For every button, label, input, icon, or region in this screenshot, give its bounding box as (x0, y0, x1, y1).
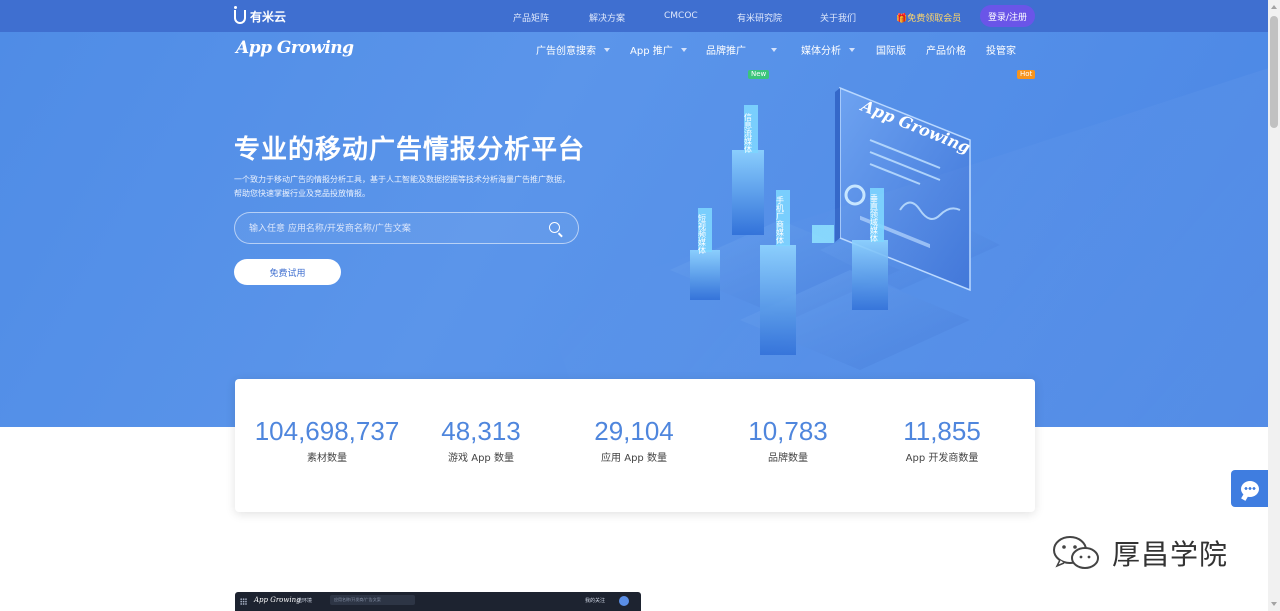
nav-pricing[interactable]: 产品价格 (926, 42, 966, 57)
chat-bubble-icon (1240, 480, 1259, 497)
hero-section: App Growing 信息流媒体 短视频媒体 手机厂商媒体 垂直领域媒体 (0, 32, 1268, 427)
scroll-up-arrow-icon[interactable] (1271, 5, 1277, 9)
nav-international[interactable]: 国际版 (876, 42, 906, 57)
isometric-illustration: App Growing 信息流媒体 短视频媒体 手机厂商媒体 垂直领域媒体 (670, 86, 1000, 370)
top-link-research[interactable]: 有米研究院 (737, 11, 782, 24)
stat-brands: 10,783 品牌数量 (703, 415, 873, 464)
hero-description: 一个致力于移动广告的情报分析工具，基于人工智能及数据挖掘等技术分析海量广告推广数… (234, 175, 570, 198)
chevron-down-icon (680, 47, 687, 52)
stat-label: 素材数量 (307, 453, 347, 464)
wechat-icon (1053, 536, 1099, 569)
hero-title: 专业的移动广告情报分析平台 (234, 135, 586, 165)
chevron-down-icon (604, 47, 610, 52)
watermark-text: 厚昌学院 (1112, 538, 1229, 571)
stat-value: 10,783 (748, 416, 828, 446)
pillar-label-3: 手机厂商媒体 (776, 195, 785, 245)
stat-label: 品牌数量 (768, 453, 808, 464)
stat-value: 29,104 (594, 416, 674, 446)
free-trial-button[interactable]: 免费试用 (234, 259, 341, 285)
stat-label: 游戏 App 数量 (448, 453, 514, 464)
stat-developers: 11,855 App 开发商数量 (857, 415, 1027, 464)
chat-widget-button[interactable] (1231, 470, 1268, 507)
chevron-down-icon (849, 47, 855, 52)
grid-menu-icon (240, 598, 247, 605)
top-bar: 有米云 产品矩阵 解决方案 CMCOC 有米研究院 关于我们 🎁免费领取会员 登… (0, 0, 1268, 32)
preview-brand: App Growing (254, 596, 301, 604)
youmi-logo-text: 有米云 (250, 10, 287, 24)
pillar-label-1: 信息流媒体 (744, 112, 753, 154)
pillar-label-4: 垂直领域媒体 (870, 193, 879, 243)
stats-card: 104,698,737 素材数量 48,313 游戏 App 数量 29,104… (235, 379, 1035, 512)
youmi-logo[interactable]: 有米云 (234, 5, 287, 25)
free-vip-link[interactable]: 🎁免费领取会员 (896, 11, 961, 24)
gift-icon: 🎁 (896, 14, 908, 24)
scroll-down-arrow-icon[interactable] (1271, 602, 1277, 606)
stat-value: 11,855 (903, 416, 981, 446)
stat-value: 104,698,737 (254, 416, 400, 446)
nav-media-analysis[interactable]: 媒体分析 (801, 42, 855, 57)
preview-region-select: 选环境 (297, 598, 313, 604)
youmi-logo-icon (234, 5, 246, 24)
chevron-down-icon (771, 47, 777, 52)
watermark: 厚昌学院 (1048, 533, 1228, 573)
preview-account: 我的关注 (585, 598, 606, 604)
top-link-cmcoc[interactable]: CMCOC (664, 11, 698, 21)
login-register-button[interactable]: 登录/注册 (980, 5, 1035, 27)
nav-brand-promotion[interactable]: 品牌推广 (706, 42, 777, 57)
pillar-label-2: 短视频媒体 (698, 213, 707, 255)
stat-value: 48,313 (441, 416, 521, 446)
hot-badge: Hot (1017, 70, 1036, 79)
top-link-solutions[interactable]: 解决方案 (589, 11, 625, 24)
hero-search-input[interactable] (249, 221, 539, 237)
scrollbar-thumb[interactable] (1270, 16, 1278, 128)
top-link-products[interactable]: 产品矩阵 (513, 11, 549, 24)
nav-ad-creative-search[interactable]: 广告创意搜索 (536, 42, 610, 57)
stat-label: 应用 App 数量 (601, 453, 667, 464)
nav-app-promotion[interactable]: App 推广 (630, 42, 687, 57)
nav-touguanjia[interactable]: 投管家 (986, 42, 1016, 57)
search-icon[interactable] (549, 222, 560, 233)
hero-search-box (234, 212, 579, 244)
page-scrollbar[interactable] (1268, 0, 1280, 611)
top-link-about[interactable]: 关于我们 (820, 11, 856, 24)
stat-apps: 29,104 应用 App 数量 (549, 415, 719, 464)
preview-search: 应用名称/开发商/广告文案 (330, 595, 415, 605)
stat-label: App 开发商数量 (905, 453, 979, 464)
stat-game-apps: 48,313 游戏 App 数量 (396, 415, 566, 464)
appgrowing-logo[interactable]: App Growing (236, 38, 354, 58)
product-preview-strip: App Growing 选环境 应用名称/开发商/广告文案 我的关注 (235, 592, 641, 611)
avatar (619, 596, 629, 606)
main-nav: App Growing 广告创意搜索 App 推广 品牌推广 New 媒体分析 … (0, 32, 1268, 79)
stat-materials: 104,698,737 素材数量 (242, 415, 412, 464)
new-badge: New (748, 70, 770, 79)
